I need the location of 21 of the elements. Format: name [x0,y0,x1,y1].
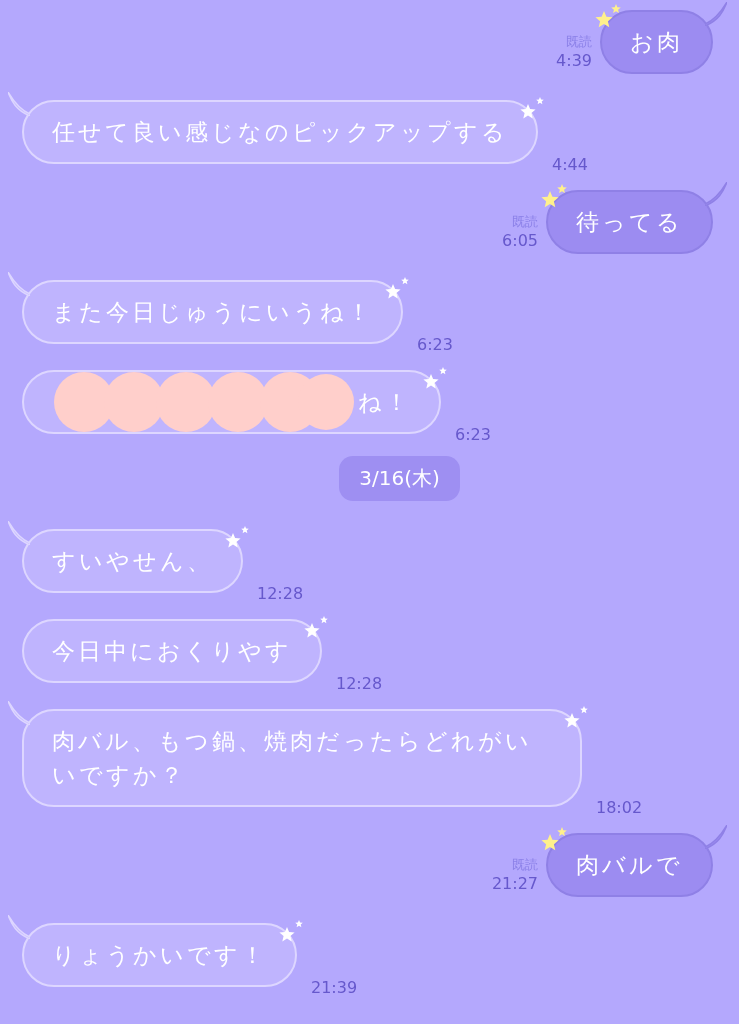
message-time: 12:28 [336,674,383,693]
message-text: すいやせん、 [52,547,213,576]
message-text: 今日中におくりやす [52,637,292,666]
message-time: 6:05 [502,231,538,250]
message-time: 21:39 [311,978,358,997]
message-text: 任せて良い感じなのピックアップする [52,118,508,147]
message-text: 待ってる [576,208,683,237]
message-time: 6:23 [417,335,453,354]
message-text: ね！ [358,388,411,417]
message-text: 肉バル、もつ鍋、焼肉だったらどれがいいですか？ [52,727,533,790]
message-time: 4:44 [552,155,588,174]
message-text: お肉 [630,28,683,57]
message-time: 18:02 [596,798,643,817]
message-time: 4:39 [556,51,592,70]
date-separator: 3/16(木) [339,456,460,501]
message-time: 21:27 [491,874,538,893]
message-text: りょうかいです！ [52,941,267,970]
message-time: 6:23 [455,425,491,444]
message-text: 肉バルで [576,851,683,880]
message-text: また今日じゅうにいうね！ [52,298,373,327]
message-time: 12:28 [257,584,304,603]
